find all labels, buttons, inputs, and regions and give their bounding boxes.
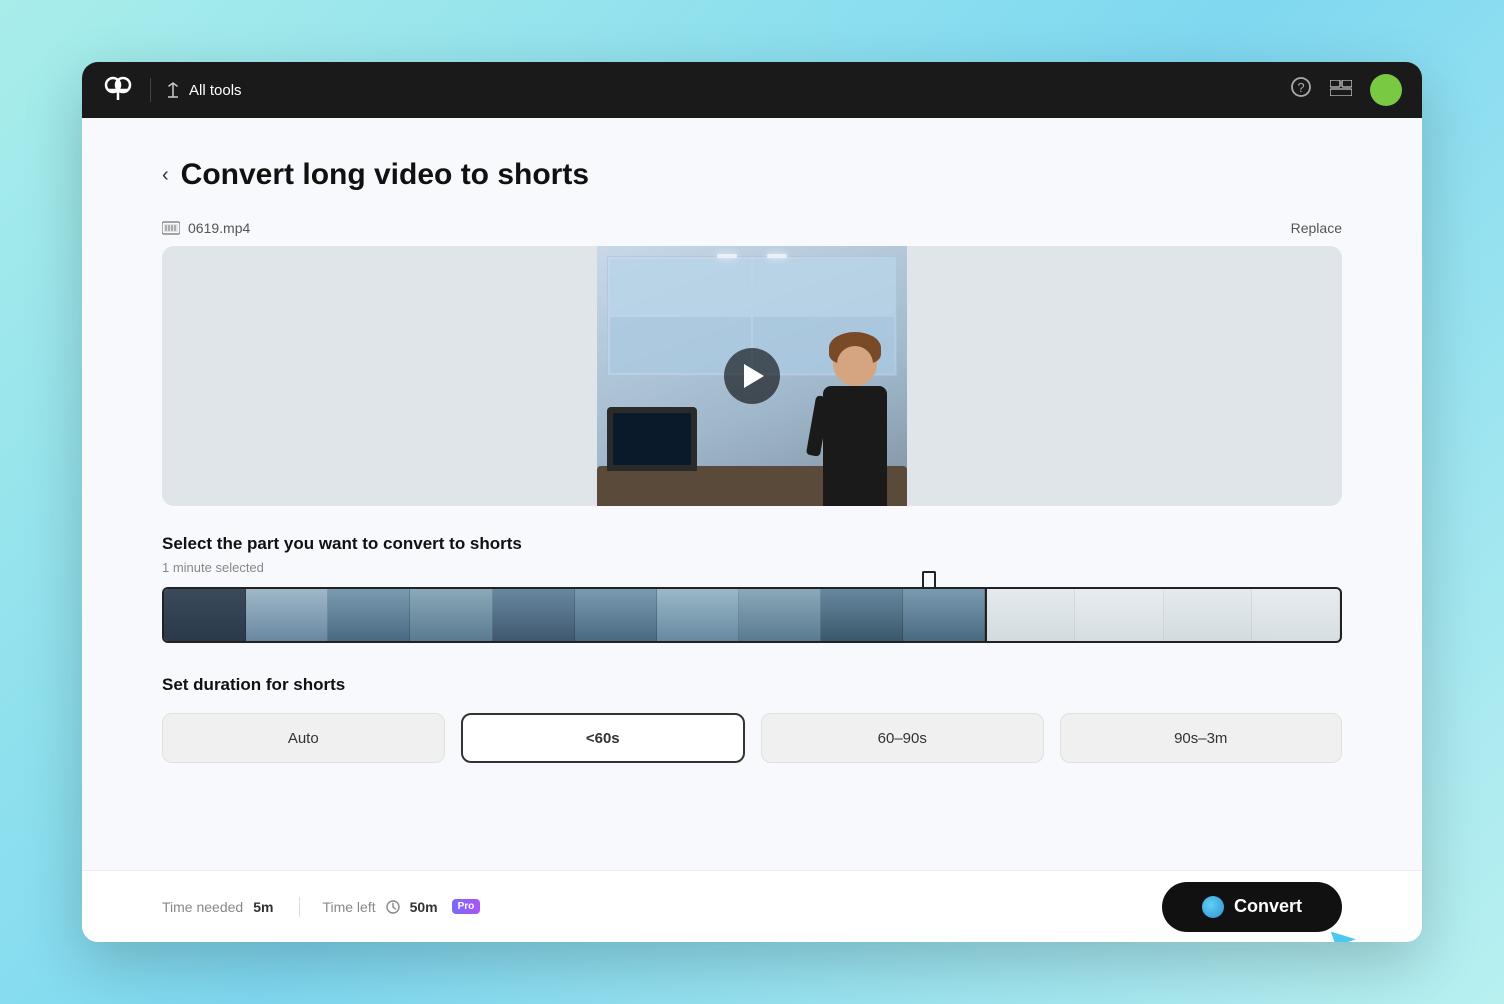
all-tools-button[interactable]: All tools	[167, 82, 242, 99]
cursor-arrow	[1324, 914, 1375, 942]
duration-90s-3m-button[interactable]: 90s–3m	[1060, 713, 1343, 763]
duration-60-90s-button[interactable]: 60–90s	[761, 713, 1044, 763]
pro-badge: Pro	[452, 899, 481, 914]
all-tools-label: All tools	[189, 82, 242, 99]
duration-options: Auto <60s 60–90s 90s–3m	[162, 713, 1342, 763]
convert-button-dot	[1202, 896, 1224, 918]
timeline-frame-13	[1164, 589, 1252, 641]
page-header: ‹ Convert long video to shorts	[162, 158, 1342, 192]
time-needed-label: Time needed	[162, 899, 243, 915]
duration-auto-button[interactable]: Auto	[162, 713, 445, 763]
timeline-end-handle[interactable]	[922, 571, 936, 587]
select-part-title: Select the part you want to convert to s…	[162, 534, 1342, 554]
selection-duration-label: 1 minute selected	[162, 560, 1342, 575]
timeline-frame-6	[575, 589, 657, 641]
app-logo[interactable]	[102, 74, 134, 106]
topbar-divider	[150, 78, 151, 102]
footer-info: Time needed 5m Time left 50m Pro	[162, 897, 480, 917]
topbar-right: ?	[1290, 74, 1402, 106]
timeline-frame-11	[987, 589, 1075, 641]
time-left-value: 50m	[410, 899, 438, 915]
clock-icon	[386, 900, 400, 914]
duration-60s-button[interactable]: <60s	[461, 713, 746, 763]
select-part-section: Select the part you want to convert to s…	[162, 534, 1342, 575]
timeline-wrapper[interactable]	[162, 587, 1342, 643]
timeline-frame-12	[1075, 589, 1163, 641]
help-icon[interactable]: ?	[1290, 76, 1312, 104]
file-name: 0619.mp4	[162, 220, 250, 236]
convert-button[interactable]: Convert	[1162, 882, 1342, 932]
play-button[interactable]	[724, 348, 780, 404]
user-avatar[interactable]	[1370, 74, 1402, 106]
page-title: Convert long video to shorts	[181, 158, 589, 192]
timeline-frame-8	[739, 589, 821, 641]
timeline-frame-10	[903, 589, 985, 641]
duration-title: Set duration for shorts	[162, 675, 1342, 695]
timeline-frame-7	[657, 589, 739, 641]
svg-text:?: ?	[1297, 80, 1304, 95]
time-needed-value: 5m	[253, 899, 273, 915]
timeline-frame-5	[493, 589, 575, 641]
footer-divider	[299, 897, 300, 917]
footer-bar: Time needed 5m Time left 50m Pro Convert	[82, 870, 1422, 942]
timeline-frame-3	[328, 589, 410, 641]
timeline-selected-region[interactable]	[164, 589, 987, 641]
video-preview	[162, 246, 1342, 506]
timeline-frame-4	[410, 589, 492, 641]
timeline-strip[interactable]	[162, 587, 1342, 643]
timeline-frame-14	[1252, 589, 1340, 641]
main-content: ‹ Convert long video to shorts 0619.mp4 …	[82, 118, 1422, 870]
convert-button-label: Convert	[1234, 896, 1302, 917]
layout-icon[interactable]	[1330, 79, 1352, 102]
file-info-bar: 0619.mp4 Replace	[162, 220, 1342, 236]
time-left-label: Time left	[322, 899, 375, 915]
file-name-text: 0619.mp4	[188, 220, 250, 236]
duration-section: Set duration for shorts Auto <60s 60–90s…	[162, 675, 1342, 763]
timeline-frame-2	[246, 589, 328, 641]
timeline-unselected-region	[987, 589, 1340, 641]
replace-button[interactable]: Replace	[1291, 220, 1342, 236]
timeline-frame-9	[821, 589, 903, 641]
back-button[interactable]: ‹	[162, 164, 169, 187]
topbar: All tools ?	[82, 62, 1422, 118]
play-triangle-icon	[744, 364, 764, 388]
timeline-frame-1	[164, 589, 246, 641]
